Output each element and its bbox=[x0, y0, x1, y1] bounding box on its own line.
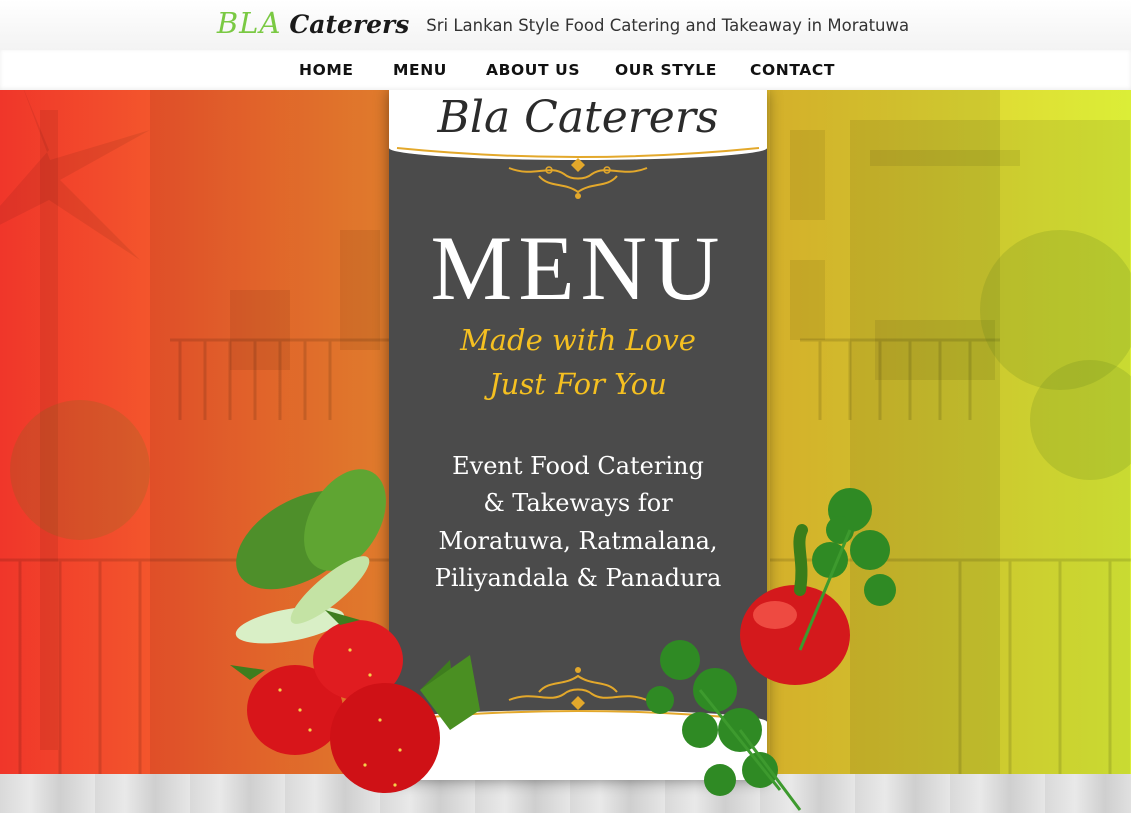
bottom-ornament-icon bbox=[396, 667, 760, 721]
top-ornament-icon bbox=[396, 147, 760, 199]
main-nav: HOME MENU ABOUT US OUR STYLE CONTACT bbox=[0, 50, 1131, 90]
menu-title: MENU bbox=[430, 217, 726, 319]
site-header: BLA Caterers Sri Lankan Style Food Cater… bbox=[0, 0, 1131, 50]
nav-item-home[interactable]: HOME bbox=[299, 61, 354, 79]
description-line-4: Piliyandala & Panadura bbox=[434, 564, 722, 592]
logo-bla-text: BLA bbox=[216, 6, 282, 40]
description-line-3: Moratuwa, Ratmalana, bbox=[438, 527, 718, 555]
description-line-2: & Takeways for bbox=[483, 489, 673, 517]
site-tagline: Sri Lankan Style Food Catering and Takea… bbox=[426, 15, 910, 35]
menu-card-brand: Bla Caterers bbox=[437, 92, 719, 143]
logo-caterers-text: Caterers bbox=[289, 10, 410, 39]
hero-banner: Bla Caterers MENU Made with Love Just Fo… bbox=[0, 90, 1131, 813]
description-line-1: Event Food Catering bbox=[452, 452, 704, 480]
nav-item-about-us[interactable]: ABOUT US bbox=[486, 61, 580, 79]
slogan-line-2: Just For You bbox=[489, 367, 667, 401]
nav-item-menu[interactable]: MENU bbox=[393, 61, 447, 79]
menu-card: Bla Caterers MENU Made with Love Just Fo… bbox=[389, 90, 767, 780]
slogan-line-1: Made with Love bbox=[460, 323, 696, 357]
nav-item-our-style[interactable]: OUR STYLE bbox=[615, 61, 717, 79]
nav-item-contact[interactable]: CONTACT bbox=[750, 61, 835, 79]
site-logo[interactable]: BLA Caterers bbox=[217, 6, 409, 40]
